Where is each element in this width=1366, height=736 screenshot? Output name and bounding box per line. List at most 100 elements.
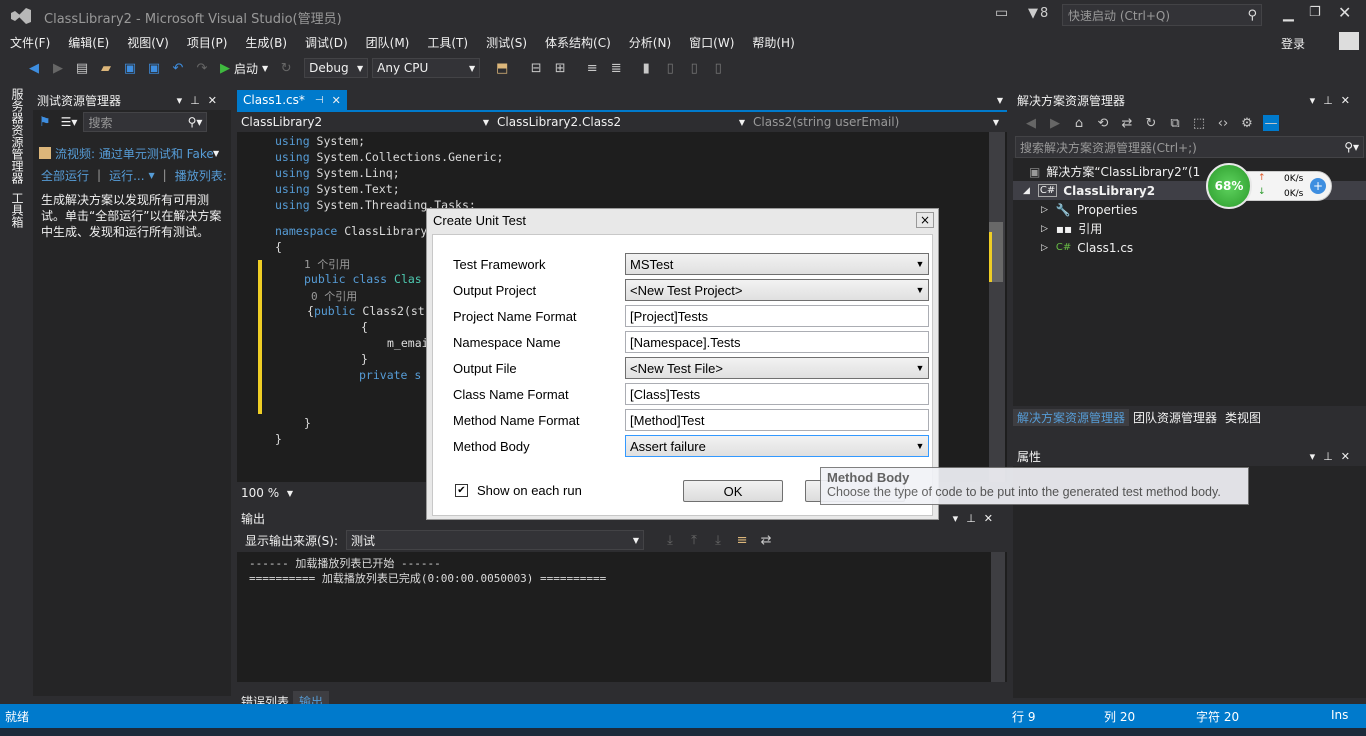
zoom-select[interactable]: 100 % ▼ (237, 486, 297, 500)
close-button[interactable]: ✕ (1338, 3, 1351, 22)
save-all-icon[interactable]: ▣ (146, 60, 162, 76)
playlist-link[interactable]: 播放列表: (175, 167, 227, 184)
code-icon[interactable]: ‹› (1215, 115, 1231, 131)
expand-icon[interactable]: ▷ (1041, 224, 1048, 234)
menu-architecture[interactable]: 体系结构(C) (536, 34, 620, 51)
tree-file[interactable]: ▷ C# Class1.cs (1013, 238, 1366, 257)
properties-icon[interactable]: ⚙ (1239, 115, 1255, 131)
server-explorer-tab[interactable]: 服务器资源管理器 (9, 88, 26, 184)
bookmark-next-icon[interactable]: ▯ (686, 60, 702, 76)
pin-icon[interactable]: ⊣ (315, 95, 324, 106)
video-link-row[interactable]: 流视频: 通过单元测试和 Fake ▼ (33, 142, 231, 164)
sync-icon[interactable]: ⇄ (1119, 115, 1135, 131)
show-each-run-checkbox[interactable]: ✔ Show on each run (455, 483, 582, 498)
ok-button[interactable]: OK (683, 480, 783, 502)
prev-message-icon[interactable]: ⤒ (686, 532, 702, 548)
project-name-format-input[interactable]: [Project]Tests (625, 305, 929, 327)
bookmark-prev-icon[interactable]: ▯ (662, 60, 678, 76)
comment-icon[interactable]: ≡ (584, 60, 600, 76)
close-icon[interactable]: ✕ (332, 94, 341, 107)
run-all-link[interactable]: 全部运行 (41, 167, 89, 184)
uncomment-icon[interactable]: ≣ (608, 60, 624, 76)
menu-team[interactable]: 团队(M) (357, 34, 419, 51)
namespace-name-input[interactable]: [Namespace].Tests (625, 331, 929, 353)
menu-edit[interactable]: 编辑(E) (59, 34, 118, 51)
tree-references[interactable]: ▷ ▪▪ 引用 (1013, 219, 1366, 238)
menu-test[interactable]: 测试(S) (477, 34, 536, 51)
menu-tools[interactable]: 工具(T) (418, 34, 477, 51)
tab-team-explorer[interactable]: 团队资源管理器 (1129, 409, 1221, 426)
clear-all-icon[interactable]: ≡ (734, 532, 750, 548)
config-select[interactable]: Debug ▼ (304, 58, 369, 78)
group-icon[interactable]: ⚑ (39, 115, 51, 130)
maximize-button[interactable]: ❐ (1309, 5, 1321, 20)
find-message-icon[interactable]: ⤓ (662, 532, 678, 548)
back-icon[interactable]: ◀ (1023, 115, 1039, 131)
ref-count[interactable]: 1 个引用 (304, 256, 350, 272)
minimize-button[interactable]: ▁ (1283, 6, 1294, 22)
bookmark-clear-icon[interactable]: ▯ (710, 60, 726, 76)
home-icon[interactable]: ⌂ (1071, 115, 1087, 131)
expand-icon[interactable]: ▷ (1041, 243, 1048, 253)
ref-count[interactable]: 0 个引用 (311, 288, 357, 304)
menu-window[interactable]: 窗口(W) (680, 34, 743, 51)
tab-class-view[interactable]: 类视图 (1221, 409, 1265, 426)
menu-file[interactable]: 文件(F) (0, 34, 59, 51)
feedback-icon[interactable]: ▭ (995, 5, 1008, 21)
collapse-icon[interactable]: ⧉ (1167, 115, 1183, 131)
bookmark-icon[interactable]: ▮ (638, 60, 654, 76)
test-framework-select[interactable]: MSTest ▼ (625, 253, 929, 275)
test-search-input[interactable]: 搜索 ⚲▾ (83, 112, 208, 132)
output-project-select[interactable]: <New Test Project> ▼ (625, 279, 929, 301)
dialog-close-button[interactable]: × (916, 212, 934, 228)
save-icon[interactable]: ▣ (122, 60, 138, 76)
menu-view[interactable]: 视图(V) (118, 34, 178, 51)
next-message-icon[interactable]: ⤓ (710, 532, 726, 548)
tab-class1[interactable]: Class1.cs* ⊣ ✕ (237, 90, 347, 110)
expand-plus-icon[interactable]: + (1310, 178, 1326, 194)
show-all-icon[interactable]: ⬚ (1191, 115, 1207, 131)
expand-icon[interactable]: ◢ (1023, 186, 1030, 196)
video-link[interactable]: 流视频: 通过单元测试和 Fake (55, 145, 213, 162)
nav-class-select[interactable]: ClassLibrary2.Class2 ▼ (493, 112, 749, 132)
word-wrap-icon[interactable]: ⇄ (758, 532, 774, 548)
output-source-select[interactable]: 测试 ▼ (346, 530, 645, 550)
account-icon[interactable] (1339, 32, 1359, 50)
preview-icon[interactable]: — (1263, 115, 1279, 131)
history-icon[interactable]: ⟲ (1095, 115, 1111, 131)
undo-icon[interactable]: ↶ (170, 60, 186, 76)
nav-project-select[interactable]: ClassLibrary2 ▼ (237, 112, 493, 132)
format-icon[interactable]: ⊞ (552, 60, 568, 76)
login-link[interactable]: 登录 (1281, 35, 1305, 52)
vertical-scrollbar[interactable] (989, 132, 1005, 482)
menu-project[interactable]: 项目(P) (178, 34, 237, 51)
back-icon[interactable]: ◀ (26, 60, 42, 76)
chevron-down-icon[interactable]: ▼ (997, 96, 1003, 105)
class-name-format-input[interactable]: [Class]Tests (625, 383, 929, 405)
menu-debug[interactable]: 调试(D) (296, 34, 357, 51)
tab-solution-explorer[interactable]: 解决方案资源管理器 (1013, 408, 1130, 426)
output-scrollbar[interactable] (991, 552, 1005, 682)
list-icon[interactable]: ☰▾ (61, 115, 78, 129)
open-icon[interactable]: ▰ (98, 60, 114, 76)
output-file-select[interactable]: <New Test File> ▼ (625, 357, 929, 379)
toolbox-tab[interactable]: 工具箱 (9, 192, 26, 228)
platform-select[interactable]: Any CPU ▼ (372, 58, 481, 78)
align-icon[interactable]: ⊟ (528, 60, 544, 76)
refresh-icon[interactable]: ↻ (1143, 115, 1159, 131)
method-body-select[interactable]: Assert failure ▼ (625, 435, 929, 457)
notifications[interactable]: ▼ 8 (1028, 6, 1048, 21)
memory-gauge[interactable]: 68% (1206, 163, 1252, 209)
quick-launch-input[interactable]: 快速启动 (Ctrl+Q) ⚲ (1062, 4, 1262, 26)
find-in-files-icon[interactable]: ⬒ (494, 60, 510, 76)
menu-help[interactable]: 帮助(H) (743, 34, 803, 51)
start-button[interactable]: ▶ 启动 ▼ (220, 60, 268, 77)
menu-analyze[interactable]: 分析(N) (620, 34, 680, 51)
nav-member-select[interactable]: Class2(string userEmail) ▼ (749, 112, 1003, 132)
forward-icon[interactable]: ▶ (1047, 115, 1063, 131)
method-name-format-input[interactable]: [Method]Test (625, 409, 929, 431)
redo-icon[interactable]: ↷ (194, 60, 210, 76)
new-project-icon[interactable]: ▤ (74, 60, 90, 76)
expand-icon[interactable]: ▷ (1041, 205, 1048, 215)
forward-icon[interactable]: ▶ (50, 60, 66, 76)
